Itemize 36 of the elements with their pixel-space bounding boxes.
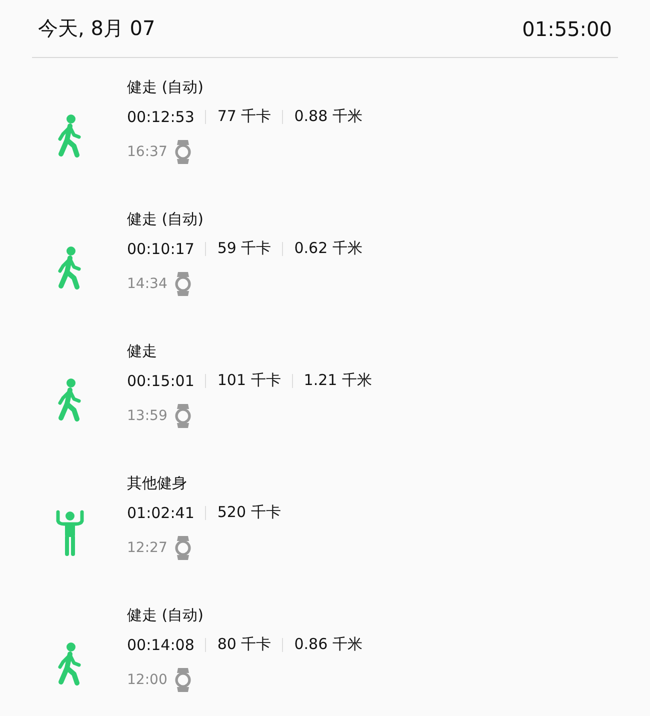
watch-icon <box>175 536 192 560</box>
activity-stat: 00:10:17 <box>127 240 194 258</box>
start-time: 16:37 <box>127 144 168 160</box>
activity-stat: 101 千卡 <box>217 371 281 390</box>
activity-stat: 77 千卡 <box>217 107 272 126</box>
activity-stat: 00:12:53 <box>127 108 194 126</box>
activity-title: 健走 <box>127 342 158 361</box>
activity-stat: 00:14:08 <box>127 636 194 654</box>
date-heading: 今天, 8月 07 <box>38 15 156 42</box>
activity-stat: 520 千卡 <box>217 503 281 522</box>
activity-stat: 0.86 千米 <box>294 635 362 654</box>
activity-title: 健走 (自动) <box>127 606 204 625</box>
activity-title: 健走 (自动) <box>127 210 204 229</box>
activity-stat: 59 千卡 <box>217 239 272 258</box>
watch-icon <box>175 272 192 296</box>
activity-stat: 0.62 千米 <box>294 239 362 258</box>
activity-stat: 0.88 千米 <box>294 107 362 126</box>
start-time: 12:27 <box>127 540 168 556</box>
activity-stat: 80 千卡 <box>217 635 272 654</box>
watch-icon <box>175 140 192 164</box>
walking-icon <box>56 378 82 422</box>
activity-title: 健走 (自动) <box>127 78 204 97</box>
start-time: 12:00 <box>127 672 168 688</box>
activity-title: 其他健身 <box>127 474 188 493</box>
activity-stat: 00:15:01 <box>127 372 194 390</box>
walking-icon <box>56 114 82 158</box>
strong-figure-icon <box>54 510 84 556</box>
activity-stat: 1.21 千米 <box>304 371 372 390</box>
watch-icon <box>175 404 192 428</box>
total-duration: 01:55:00 <box>522 16 612 40</box>
activity-stat: 01:02:41 <box>127 504 194 522</box>
watch-icon <box>175 668 192 692</box>
walking-icon <box>56 642 82 686</box>
start-time: 14:34 <box>127 276 168 292</box>
walking-icon <box>56 246 82 290</box>
start-time: 13:59 <box>127 408 168 424</box>
